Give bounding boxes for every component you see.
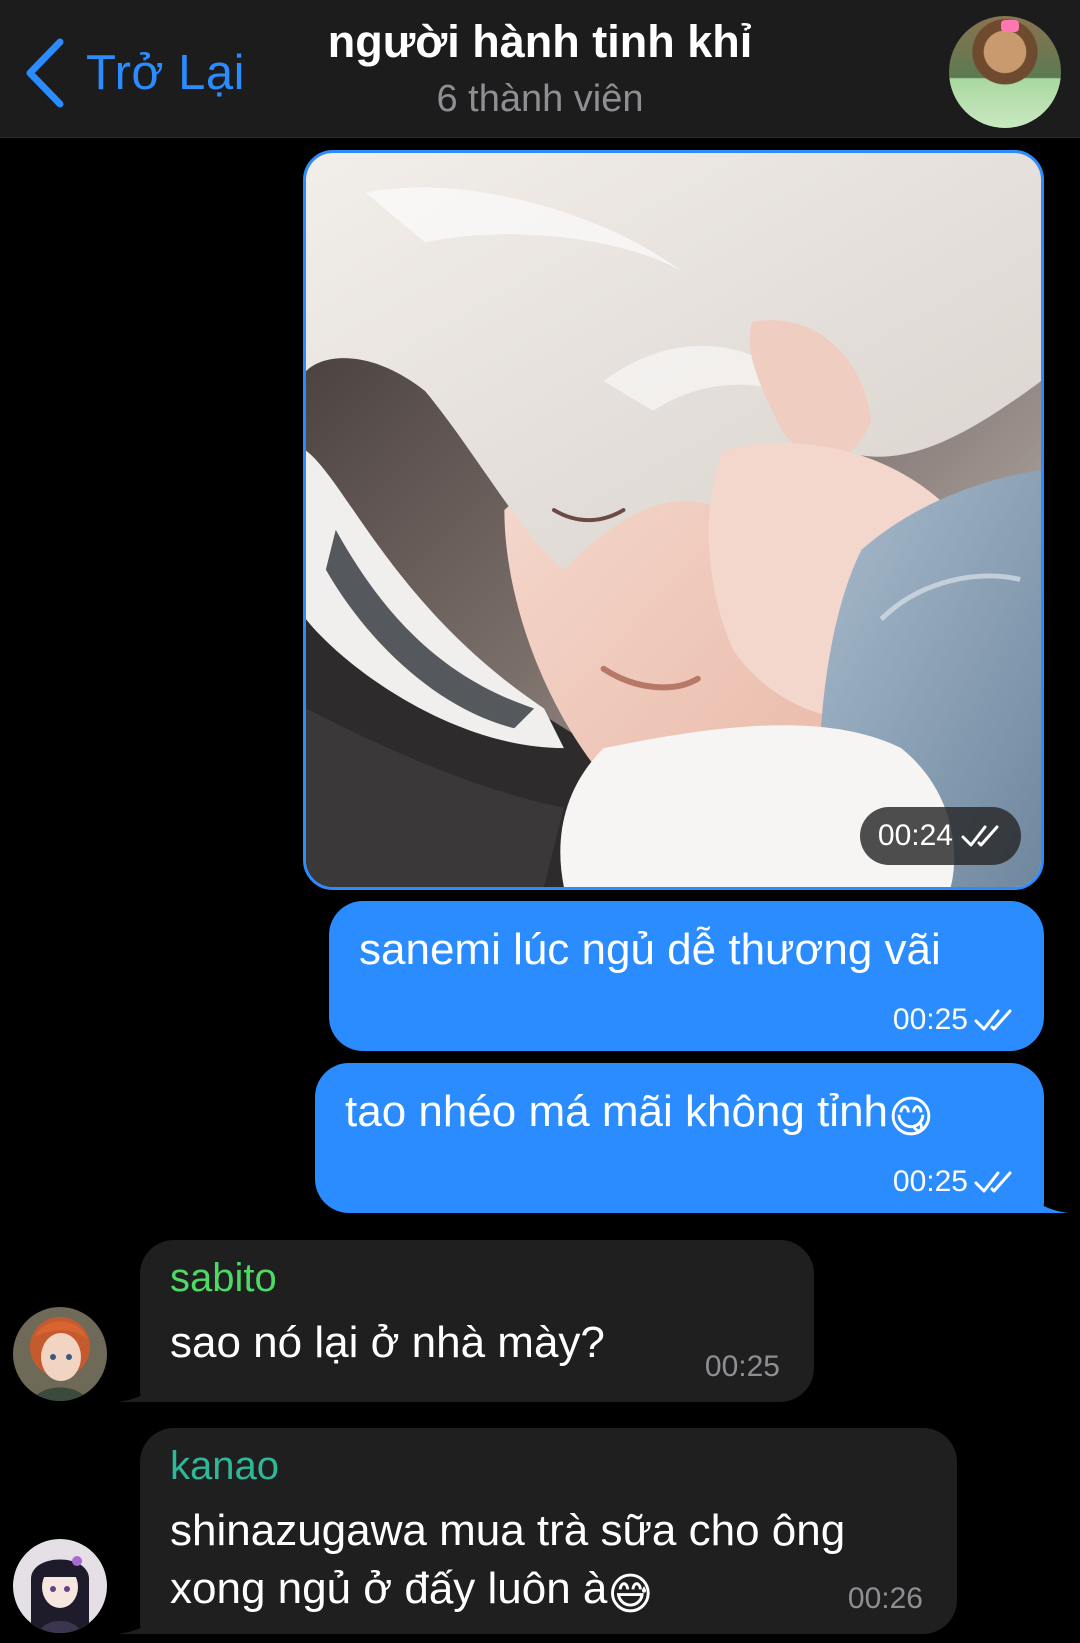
- bow-decoration: [1001, 20, 1019, 32]
- bubble-tail: [118, 1366, 164, 1402]
- kanao-avatar-image: [13, 1539, 107, 1633]
- photo-time-chip: 00:24: [859, 807, 1021, 865]
- message-time: 00:25: [892, 1003, 968, 1036]
- message-meta: 00:25: [893, 1165, 1018, 1199]
- emoji-sweat-smile-icon: 😅: [607, 1570, 654, 1619]
- bubble-tail: [1022, 1177, 1068, 1213]
- avatar-sabito[interactable]: [13, 1307, 107, 1401]
- message-time: 00:25: [704, 1350, 780, 1383]
- double-check-icon: [974, 1009, 1012, 1031]
- message-time: 00:26: [847, 1582, 923, 1615]
- photo-image: [306, 153, 1041, 887]
- emoji-yum-icon: 😋: [888, 1093, 934, 1142]
- sabito-avatar-image: [13, 1307, 107, 1401]
- outgoing-message[interactable]: tao nhéo má mãi không tỉnh😋 00:25: [315, 1063, 1068, 1213]
- incoming-message[interactable]: sabito sao nó lại ở nhà mày? 00:25: [118, 1240, 814, 1402]
- chat-header: Trở Lại người hành tinh khỉ 6 thành viên: [0, 0, 1080, 138]
- avatar-kanao[interactable]: [13, 1539, 107, 1633]
- sender-name: kanao: [170, 1444, 279, 1488]
- message-text: tao nhéo má mãi không tỉnh😋: [345, 1087, 934, 1143]
- chat-title: người hành tinh khỉ: [327, 16, 753, 67]
- message-time: 00:25: [892, 1165, 968, 1198]
- chat-title-area[interactable]: người hành tinh khỉ 6 thành viên: [250, 14, 830, 128]
- message-text: sanemi lúc ngủ dễ thương vãi: [359, 925, 941, 974]
- chevron-left-icon: [26, 38, 64, 108]
- outgoing-message[interactable]: sanemi lúc ngủ dễ thương vãi 00:25: [329, 901, 1044, 1051]
- message-text-line-1: shinazugawa mua trà sữa cho ông: [170, 1506, 846, 1555]
- message-text-body: xong ngủ ở đấy luôn à: [170, 1564, 608, 1613]
- group-avatar[interactable]: [949, 16, 1061, 128]
- sender-name: sabito: [170, 1256, 277, 1300]
- photo-message[interactable]: 00:24: [303, 150, 1044, 890]
- bubble-tail: [118, 1598, 164, 1634]
- message-text-body: tao nhéo má mãi không tỉnh: [345, 1087, 889, 1136]
- message-time: 00:24: [877, 819, 953, 852]
- back-label: Trở Lại: [86, 46, 246, 100]
- double-check-icon: [961, 825, 999, 847]
- incoming-message[interactable]: kanao shinazugawa mua trà sữa cho ông xo…: [118, 1428, 957, 1634]
- chat-screen: Trở Lại người hành tinh khỉ 6 thành viên: [0, 0, 1080, 1643]
- back-button[interactable]: Trở Lại: [22, 38, 245, 108]
- message-text-line-2: xong ngủ ở đấy luôn à😅: [170, 1560, 653, 1624]
- message-text: sao nó lại ở nhà mày?: [170, 1318, 605, 1367]
- double-check-icon: [974, 1171, 1012, 1193]
- message-meta: 00:25: [893, 1003, 1018, 1037]
- member-count: 6 thành viên: [436, 78, 644, 120]
